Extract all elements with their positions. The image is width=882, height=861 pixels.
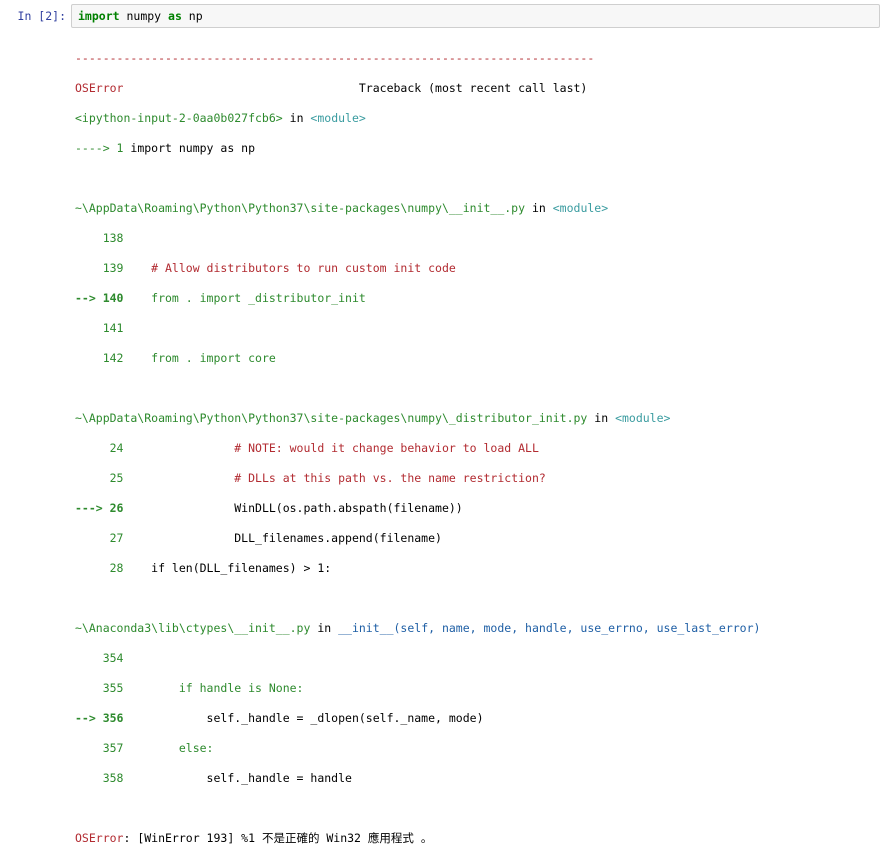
final-error-line: OSError: [WinError 193] %1 不是正確的 Win32 應… (75, 831, 880, 846)
frame3-line-357: 357 else: (75, 741, 880, 756)
frame2-line-28: 28 if len(DLL_filenames) > 1: (75, 561, 880, 576)
traceback-header-title: Traceback (most recent call last) (358, 81, 588, 95)
keyword-as: as (168, 9, 182, 23)
line-number: 142 (75, 351, 124, 365)
input-alias: np (181, 9, 203, 23)
line-number: 141 (75, 321, 124, 335)
frame1-header: ~\AppData\Roaming\Python\Python37\site-p… (75, 201, 880, 216)
line-number: 138 (75, 231, 124, 245)
frame3-line-358: 358 self._handle = handle (75, 771, 880, 786)
line-number: 358 (75, 771, 124, 785)
line-code: self._handle = handle (123, 771, 352, 785)
frame1-line-142: 142 from . import core (75, 351, 880, 366)
line-code: DLL_filenames.append(filename) (123, 531, 442, 545)
code-input-text[interactable]: import numpy as np (78, 8, 203, 24)
line-code: # DLLs at this path vs. the name restric… (123, 471, 546, 485)
line-code: # Allow distributors to run custom init … (123, 261, 456, 275)
frame1-function: <module> (552, 201, 609, 215)
frame2-path: ~\AppData\Roaming\Python\Python37\site-p… (75, 411, 588, 425)
frame0-code: import numpy as np (130, 141, 256, 155)
line-number: 139 (75, 261, 124, 275)
line-number: 355 (75, 681, 124, 695)
error-type: OSError (75, 81, 124, 95)
frame3-in: in (310, 621, 339, 635)
line-number: 357 (75, 741, 124, 755)
line-code: from . import core (123, 351, 276, 365)
line-number: 354 (75, 651, 124, 665)
code-input-cell[interactable]: import numpy as np (71, 4, 880, 28)
line-code: else: (123, 741, 214, 755)
frame3-function: __init__(self, name, mode, handle, use_e… (338, 621, 761, 635)
line-code: from . import _distributor_init (123, 291, 366, 305)
frame2-line-24: 24 # NOTE: would it change behavior to l… (75, 441, 880, 456)
frame2-header: ~\AppData\Roaming\Python\Python37\site-p… (75, 411, 880, 426)
line-code: WinDLL(os.path.abspath(filename)) (123, 501, 463, 515)
frame1-path: ~\AppData\Roaming\Python\Python37\site-p… (75, 201, 526, 215)
frame3-line-354: 354 (75, 651, 880, 666)
current-line-number: --> 140 (75, 291, 124, 305)
current-line-number: ---> 26 (75, 501, 124, 515)
frame3-line-355: 355 if handle is None: (75, 681, 880, 696)
frame1-line-141: 141 (75, 321, 880, 336)
final-error-message: : [WinError 193] %1 不是正確的 Win32 應用程式 。 (123, 831, 433, 845)
frame0-location: <ipython-input-2-0aa0b027fcb6> (75, 111, 283, 125)
current-line-number: --> 356 (75, 711, 124, 725)
frame1-in: in (525, 201, 553, 215)
frame2-line-26: ---> 26 WinDLL(os.path.abspath(filename)… (75, 501, 880, 516)
frame2-function: <module> (615, 411, 671, 425)
line-number: 25 (75, 471, 124, 485)
frame1-line-140: --> 140 from . import _distributor_init (75, 291, 880, 306)
frame0-in: in (282, 111, 311, 125)
frame3-path: ~\Anaconda3\lib\ctypes\__init__.py (75, 621, 311, 635)
frame0-function: <module> (310, 111, 366, 125)
line-code: if handle is None: (123, 681, 304, 695)
line-number: 27 (75, 531, 124, 545)
frame0-line: ----> 1 import numpy as np (75, 141, 880, 156)
frame1-line-139: 139 # Allow distributors to run custom i… (75, 261, 880, 276)
header-spacer (123, 81, 358, 95)
frame3-line-356: --> 356 self._handle = _dlopen(self._nam… (75, 711, 880, 726)
line-code: self._handle = _dlopen(self._name, mode) (123, 711, 484, 725)
frame3-header: ~\Anaconda3\lib\ctypes\__init__.py in __… (75, 621, 880, 636)
frame1-line-138: 138 (75, 231, 880, 246)
frame2-line-27: 27 DLL_filenames.append(filename) (75, 531, 880, 546)
line-code: if len(DLL_filenames) > 1: (123, 561, 332, 575)
input-module: numpy (119, 9, 169, 23)
line-number: 28 (75, 561, 124, 575)
final-error-type: OSError (75, 831, 124, 845)
traceback-output: ----------------------------------------… (75, 36, 880, 861)
traceback-separator: ----------------------------------------… (75, 51, 595, 65)
frame2-in: in (587, 411, 616, 425)
frame0-arrow: ----> 1 (75, 141, 131, 155)
frame0-header: <ipython-input-2-0aa0b027fcb6> in <modul… (75, 111, 880, 126)
frame2-line-25: 25 # DLLs at this path vs. the name rest… (75, 471, 880, 486)
keyword-import: import (78, 9, 120, 23)
traceback-header: OSError Traceback (most recent call last… (75, 81, 880, 96)
cell-prompt: In [2]: (17, 9, 66, 23)
